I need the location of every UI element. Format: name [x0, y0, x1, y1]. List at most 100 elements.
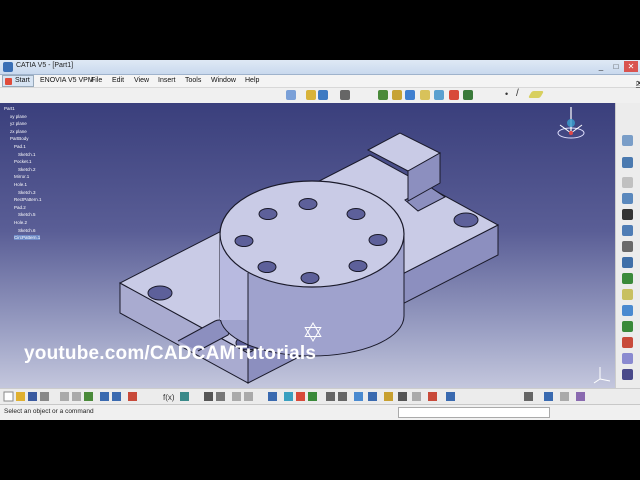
status-message: Select an object or a command [4, 408, 94, 415]
zoom-in-icon [308, 392, 317, 401]
shell-icon [622, 353, 633, 364]
formula-icon: f(x) [163, 393, 175, 402]
slot-icon [622, 257, 633, 268]
rotate-icon [296, 392, 305, 401]
fly-icon[interactable] [286, 90, 296, 100]
status-bar: Select an object or a command [0, 404, 640, 420]
normal-view-icon[interactable] [392, 90, 402, 100]
hide-icon [384, 392, 393, 401]
doc-close-button[interactable]: ✕ [636, 79, 640, 88]
close-button[interactable]: ✕ [624, 61, 638, 72]
power-input-field[interactable] [398, 407, 550, 418]
start-icon [5, 78, 12, 85]
sketcher-icon [622, 135, 633, 146]
law-icon [180, 392, 189, 401]
fit-all-icon[interactable] [378, 90, 388, 100]
paste-icon [84, 392, 93, 401]
copy-icon [72, 392, 81, 401]
tree-partbody[interactable]: PartBody [4, 135, 42, 143]
swap-icon[interactable] [434, 90, 444, 100]
minimize-button[interactable]: _ [594, 61, 608, 72]
top-toolbar: • / [0, 88, 640, 102]
compass-icon[interactable] [554, 103, 588, 143]
specification-tree: Part1 xy plane yz plane zx plane PartBod… [4, 105, 42, 242]
menu-window[interactable]: Window [211, 77, 236, 84]
open-icon [16, 392, 25, 401]
menu-file[interactable]: File [91, 77, 102, 84]
normal-view-icon [338, 392, 347, 401]
tree-plane-zx[interactable]: zx plane [4, 128, 42, 136]
pocket-icon [622, 177, 633, 188]
groove-icon [622, 209, 633, 220]
tree-feature[interactable]: Pocket.1 [4, 158, 42, 166]
right-toolbar-icons [622, 135, 633, 380]
shading-icon[interactable] [405, 90, 415, 100]
zoom-out-icon [326, 392, 335, 401]
tree-plane-xy[interactable]: xy plane [4, 113, 42, 121]
start-label: Start [15, 77, 30, 84]
measure-icon [428, 392, 437, 401]
tree-root[interactable]: Part1 [4, 105, 42, 113]
rotate-icon[interactable] [318, 90, 328, 100]
menu-help[interactable]: Help [245, 77, 259, 84]
window-title: CATIA V5 - [Part1] [16, 62, 74, 69]
chamfer-icon [622, 321, 633, 332]
tree-feature[interactable]: Hole.2 [4, 219, 42, 227]
thickness-icon [622, 369, 633, 380]
apply-material-icon [412, 392, 421, 401]
hole-icon [622, 225, 633, 236]
tree-feature[interactable]: RectPattern.1 [4, 196, 42, 204]
tree-sketch[interactable]: Sketch.6 [4, 227, 42, 235]
start-menu-button[interactable]: Start [2, 75, 34, 87]
undo-icon [100, 392, 109, 401]
tree-sketch[interactable]: Sketch.5 [4, 211, 42, 219]
menu-tools[interactable]: Tools [185, 77, 201, 84]
bottom-toolbar: f(x) [0, 388, 640, 404]
maximize-button[interactable]: □ [609, 61, 623, 72]
menu-bar: Start ENOVIA V5 VPM File Edit View Inser… [0, 75, 640, 88]
plane-icon[interactable] [463, 90, 473, 100]
help-icon [128, 392, 137, 401]
redo-icon [112, 392, 121, 401]
rib-icon [622, 241, 633, 252]
line-icon[interactable]: / [516, 88, 519, 99]
parameter-icon [576, 392, 585, 401]
stiffener-icon [622, 273, 633, 284]
pan-icon[interactable] [306, 90, 316, 100]
render-icon [368, 392, 377, 401]
plane-create-icon[interactable] [527, 91, 545, 98]
zoom-icon[interactable] [340, 90, 350, 100]
tree-feature[interactable]: Pad.2 [4, 204, 42, 212]
save-icon [28, 392, 37, 401]
menu-insert[interactable]: Insert [158, 77, 176, 84]
watermark-text: youtube.com/CADCAMTutorials [24, 343, 317, 364]
views-icon [354, 392, 363, 401]
axis-icon [244, 392, 253, 401]
tree-plane-yz[interactable]: yz plane [4, 120, 42, 128]
tree-sketch[interactable]: Sketch.1 [4, 151, 42, 159]
table-icon [204, 392, 213, 401]
point-icon[interactable]: • [505, 89, 508, 99]
catalog-icon [216, 392, 225, 401]
cursor-tool-icon [544, 392, 553, 401]
tree-feature-selected[interactable]: CircPattern.1 [14, 235, 41, 241]
tree-feature[interactable]: Pad.1 [4, 143, 42, 151]
menu-view[interactable]: View [134, 77, 149, 84]
title-bar: CATIA V5 - [Part1] _ □ ✕ [0, 60, 640, 75]
right-toolbar [615, 103, 640, 388]
menu-enovia[interactable]: ENOVIA V5 VPM [40, 77, 94, 84]
snap-icon [232, 392, 241, 401]
tree-sketch[interactable]: Sketch.2 [4, 166, 42, 174]
axis-triad-icon [593, 367, 611, 384]
hide-show-icon[interactable] [420, 90, 430, 100]
analysis-icon [446, 392, 455, 401]
isometric-icon[interactable] [449, 90, 459, 100]
tree-feature[interactable]: Hole.1 [4, 181, 42, 189]
plane-tool-icon [524, 392, 533, 401]
cut-icon [60, 392, 69, 401]
pan-icon [284, 392, 293, 401]
pad-icon [622, 157, 633, 168]
menu-edit[interactable]: Edit [112, 77, 124, 84]
tree-sketch[interactable]: Sketch.3 [4, 189, 42, 197]
tree-feature[interactable]: Mirror.1 [4, 173, 42, 181]
